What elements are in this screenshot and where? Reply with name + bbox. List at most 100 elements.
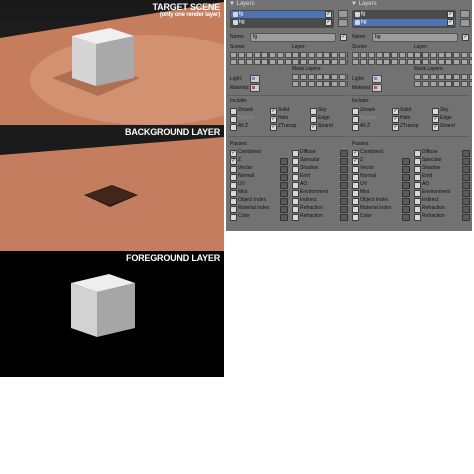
pass-checkbox[interactable] — [352, 190, 359, 197]
layer-toggle[interactable] — [453, 74, 460, 80]
layer-toggle[interactable] — [391, 59, 398, 65]
layer-toggle[interactable] — [383, 52, 390, 58]
layer-toggle[interactable] — [308, 81, 315, 87]
pass-checkbox[interactable] — [414, 158, 421, 165]
pass-checkbox[interactable] — [414, 174, 421, 181]
mask-layer-grid-b[interactable] — [323, 74, 350, 87]
include-solid-checkbox[interactable]: ✓ — [270, 108, 277, 115]
layer-toggle[interactable] — [461, 74, 468, 80]
layer-enabled-checkbox[interactable]: ✓ — [325, 19, 332, 26]
layer-toggle[interactable] — [339, 52, 346, 58]
layer-toggle[interactable] — [246, 59, 253, 65]
exclude-pass-toggle[interactable] — [462, 206, 470, 213]
layer-toggle[interactable] — [352, 59, 359, 65]
layer-toggle[interactable] — [277, 52, 284, 58]
layer-toggle[interactable] — [285, 59, 292, 65]
layer-name-field[interactable]: bg — [372, 33, 458, 42]
exclude-pass-toggle[interactable] — [280, 206, 288, 213]
material-picker[interactable] — [372, 84, 382, 92]
layer-toggle[interactable] — [430, 59, 437, 65]
layer-toggle[interactable] — [422, 81, 429, 87]
include-all-z-checkbox[interactable] — [352, 124, 359, 131]
layer-enabled-checkbox[interactable]: ✓ — [325, 11, 332, 18]
add-layer-button[interactable] — [460, 10, 470, 18]
layer-toggle[interactable] — [383, 59, 390, 65]
layer-toggle[interactable] — [407, 52, 414, 58]
pass-checkbox[interactable] — [352, 174, 359, 181]
pass-checkbox[interactable] — [230, 166, 237, 173]
layer-toggle[interactable] — [399, 52, 406, 58]
layer-toggle[interactable] — [316, 74, 323, 80]
render-layer-grid-b[interactable] — [323, 52, 350, 65]
layer-toggle[interactable] — [430, 52, 437, 58]
exclude-pass-toggle[interactable] — [462, 150, 470, 157]
pass-checkbox[interactable] — [230, 206, 237, 213]
layer-toggle[interactable] — [422, 52, 429, 58]
exclude-pass-toggle[interactable] — [462, 158, 470, 165]
layer-toggle[interactable] — [331, 74, 338, 80]
exclude-pass-toggle[interactable] — [402, 206, 410, 213]
layer-toggle[interactable] — [323, 81, 330, 87]
pass-checkbox[interactable] — [352, 206, 359, 213]
include-sky-checkbox[interactable] — [310, 108, 317, 115]
layer-toggle[interactable] — [445, 74, 452, 80]
light-group-picker[interactable] — [250, 75, 260, 83]
pass-checkbox[interactable] — [292, 166, 299, 173]
layer-toggle[interactable] — [360, 52, 367, 58]
layer-toggle[interactable] — [300, 52, 307, 58]
layer-toggle[interactable] — [254, 59, 261, 65]
exclude-pass-toggle[interactable] — [340, 190, 348, 197]
use-layer-checkbox[interactable]: ✓ — [340, 34, 347, 41]
pass-checkbox[interactable] — [292, 206, 299, 213]
pass-checkbox[interactable] — [230, 198, 237, 205]
layer-toggle[interactable] — [414, 52, 421, 58]
layer-toggle[interactable] — [445, 52, 452, 58]
pass-checkbox[interactable] — [230, 214, 237, 221]
layer-toggle[interactable] — [376, 52, 383, 58]
remove-layer-button[interactable] — [338, 19, 348, 27]
layers-panel-header[interactable]: ▼ Layers — [351, 1, 377, 7]
exclude-pass-toggle[interactable] — [402, 182, 410, 189]
include-ztransp-checkbox[interactable]: ✓ — [270, 124, 277, 131]
layer-toggle[interactable] — [316, 52, 323, 58]
pass-checkbox[interactable] — [414, 214, 421, 221]
layer-toggle[interactable] — [461, 81, 468, 87]
layer-toggle[interactable] — [246, 52, 253, 58]
layer-toggle[interactable] — [445, 81, 452, 87]
layer-toggle[interactable] — [339, 81, 346, 87]
layer-toggle[interactable] — [469, 52, 472, 58]
include-strand-checkbox[interactable]: ✓ — [310, 124, 317, 131]
pass-checkbox[interactable] — [414, 150, 421, 157]
layer-toggle[interactable] — [453, 59, 460, 65]
layer-toggle[interactable] — [261, 52, 268, 58]
include-halo-checkbox[interactable]: ✓ — [392, 116, 399, 123]
layer-toggle[interactable] — [331, 59, 338, 65]
layer-toggle[interactable] — [323, 59, 330, 65]
remove-layer-button[interactable] — [460, 19, 470, 27]
pass-checkbox[interactable] — [230, 174, 237, 181]
layer-toggle[interactable] — [339, 74, 346, 80]
layer-toggle[interactable] — [308, 52, 315, 58]
include-edge-checkbox[interactable] — [310, 116, 317, 123]
include-zmask-checkbox[interactable] — [352, 108, 359, 115]
pass-checkbox[interactable] — [414, 182, 421, 189]
exclude-pass-toggle[interactable] — [280, 182, 288, 189]
layer-toggle[interactable] — [453, 52, 460, 58]
exclude-pass-toggle[interactable] — [462, 174, 470, 181]
layer-toggle[interactable] — [438, 74, 445, 80]
render-layer-grid-b[interactable] — [445, 52, 472, 65]
exclude-pass-toggle[interactable] — [340, 150, 348, 157]
layer-toggle[interactable] — [238, 59, 245, 65]
layer-toggle[interactable] — [316, 59, 323, 65]
layer-toggle[interactable] — [316, 81, 323, 87]
exclude-pass-toggle[interactable] — [340, 166, 348, 173]
layer-toggle[interactable] — [469, 59, 472, 65]
layer-toggle[interactable] — [285, 52, 292, 58]
layer-enabled-checkbox[interactable]: ✓ — [447, 19, 454, 26]
pass-checkbox[interactable] — [414, 190, 421, 197]
layer-toggle[interactable] — [360, 59, 367, 65]
include-sky-checkbox[interactable] — [432, 108, 439, 115]
exclude-pass-toggle[interactable] — [402, 158, 410, 165]
layer-toggle[interactable] — [453, 81, 460, 87]
exclude-pass-toggle[interactable] — [340, 158, 348, 165]
